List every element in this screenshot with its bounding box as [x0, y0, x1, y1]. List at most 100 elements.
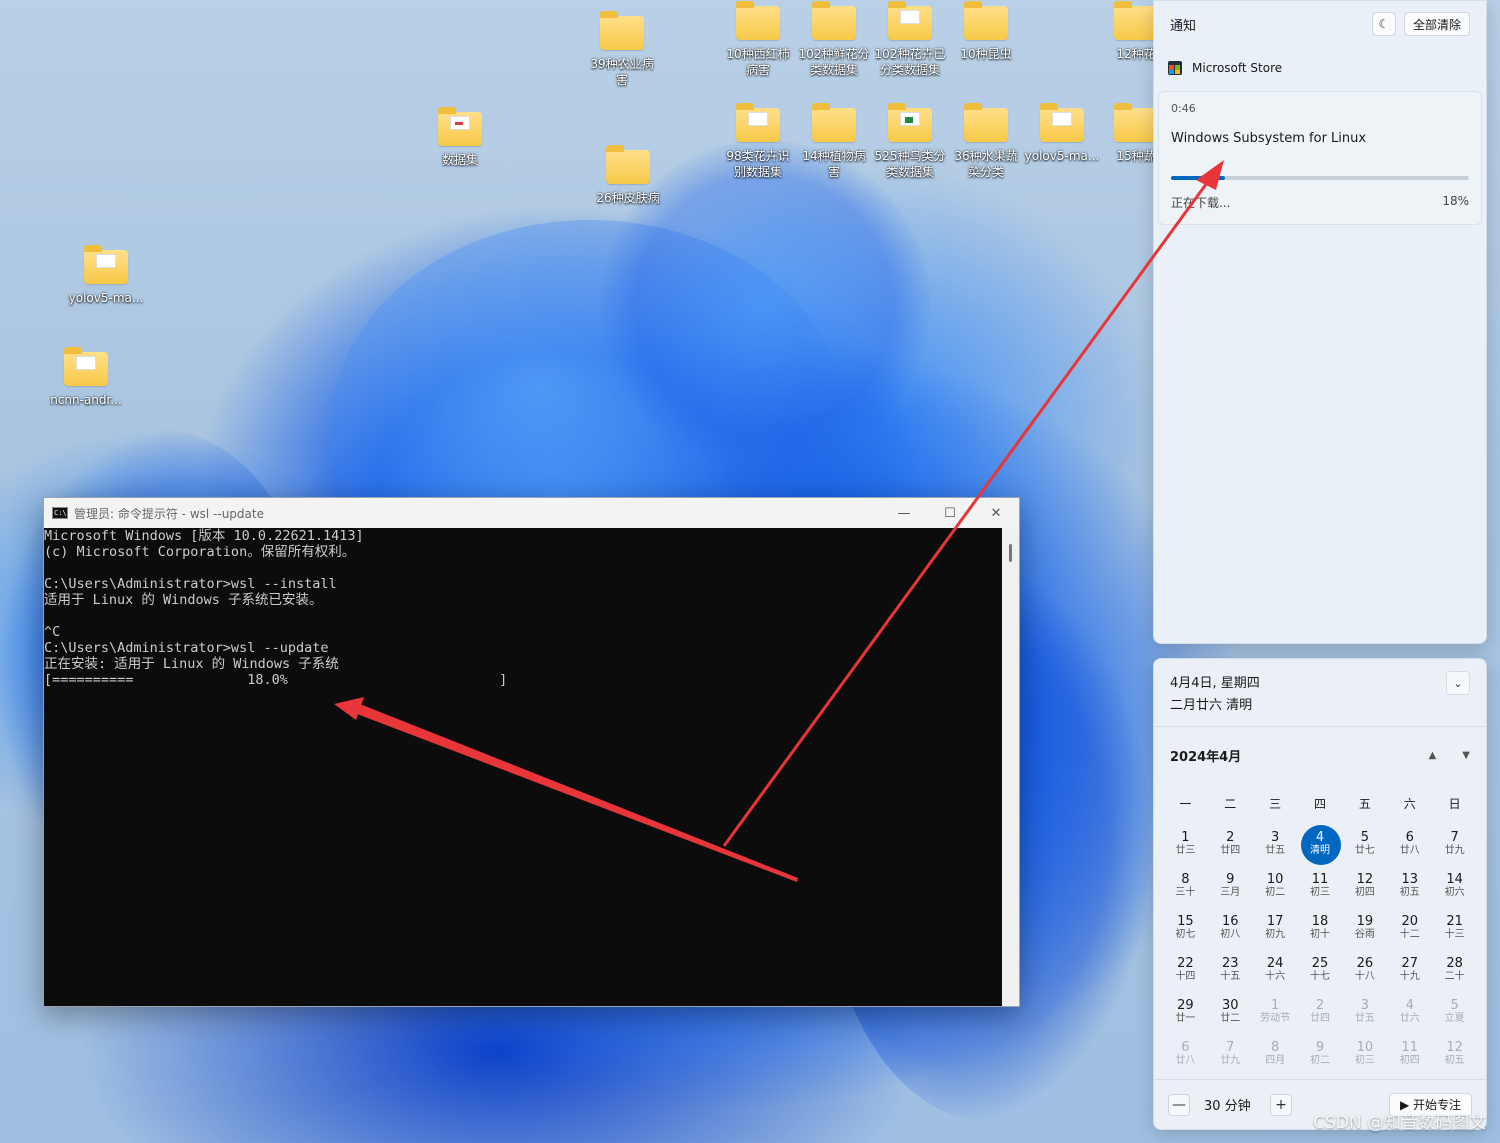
desktop-icon[interactable]: 14种植物病 害 [794, 103, 874, 180]
calendar-day[interactable]: 1 廿三 [1163, 825, 1208, 867]
calendar-day[interactable]: 5 廿七 [1342, 825, 1387, 867]
desktop-icon[interactable]: ncnn-andr... [46, 347, 126, 408]
desktop-icon[interactable]: 数据集 [420, 107, 500, 168]
desktop-icon[interactable]: 102种鲜花分 类数据集 [794, 1, 874, 78]
calendar-day[interactable]: 13 初五 [1387, 867, 1432, 909]
clear-all-button[interactable]: 全部清除 [1403, 12, 1470, 36]
desktop-icon[interactable]: yolov5-ma... [1022, 103, 1102, 164]
calendar-day[interactable]: 2 廿四 [1298, 993, 1343, 1035]
calendar-day[interactable]: 8 四月 [1253, 1035, 1298, 1077]
calendar-day[interactable]: 29 廿一 [1163, 993, 1208, 1035]
calendar-day[interactable]: 11 初四 [1387, 1035, 1432, 1077]
lunar-day: 廿七 [1354, 845, 1375, 856]
calendar-day[interactable]: 7 廿九 [1208, 1035, 1253, 1077]
desktop-icon[interactable]: 525种鸟类分 类数据集 [870, 103, 950, 180]
download-status: 正在下载... [1171, 196, 1231, 210]
microsoft-store-icon [1168, 61, 1182, 75]
calendar-day[interactable]: 24 十六 [1253, 951, 1298, 993]
focus-mode-icon[interactable]: ☾ [1371, 12, 1396, 36]
desktop-icon[interactable]: 10种昆虫 [946, 1, 1026, 62]
weekday-header: 五 [1358, 797, 1371, 811]
calendar-day[interactable]: 9 初二 [1298, 1035, 1343, 1077]
desktop-icon[interactable]: yolov5-ma... [66, 245, 146, 306]
calendar-day[interactable]: 12 初四 [1342, 867, 1387, 909]
calendar-day[interactable]: 11 初三 [1298, 867, 1343, 909]
calendar-day[interactable]: 1 劳动节 [1253, 993, 1298, 1035]
day-number: 1 [1271, 998, 1280, 1013]
desktop-icon[interactable]: 39种农业病 害 [582, 11, 662, 88]
lunar-day: 十二 [1399, 929, 1420, 940]
calendar-day[interactable]: 7 廿九 [1432, 825, 1477, 867]
weekday-header: 二 [1224, 797, 1237, 811]
next-month-icon[interactable]: ▼ [1462, 750, 1470, 761]
day-number: 20 [1401, 914, 1418, 929]
calendar-day[interactable]: 25 十七 [1298, 951, 1343, 993]
calendar-day[interactable]: 30 廿二 [1208, 993, 1253, 1035]
folder-icon [1114, 103, 1158, 142]
calendar-day[interactable]: 27 十九 [1387, 951, 1432, 993]
calendar-day[interactable]: 3 廿五 [1342, 993, 1387, 1035]
calendar-day[interactable]: 4 廿六 [1387, 993, 1432, 1035]
desktop-icon[interactable]: 36种水果蔬 菜分类 [946, 103, 1026, 180]
desktop-icon[interactable]: 98类花卉识 别数据集 [718, 103, 798, 180]
maximize-button[interactable]: ☐ [927, 498, 973, 528]
calendar-day[interactable]: 28 二十 [1432, 951, 1477, 993]
increase-focus-button[interactable]: + [1270, 1093, 1292, 1116]
notification-app-group[interactable]: Microsoft Store [1154, 47, 1486, 89]
calendar-day[interactable]: 21 十三 [1432, 909, 1477, 951]
calendar-day[interactable]: 8 三十 [1163, 867, 1208, 909]
calendar-day[interactable]: 18 初十 [1298, 909, 1343, 951]
calendar-day[interactable]: 12 初五 [1432, 1035, 1477, 1077]
calendar-day[interactable]: 20 十二 [1387, 909, 1432, 951]
day-number: 6 [1181, 1040, 1190, 1055]
calendar-day[interactable]: 6 廿八 [1387, 825, 1432, 867]
lunar-day: 廿八 [1399, 845, 1420, 856]
cmd-console[interactable]: Microsoft Windows [版本 10.0.22621.1413] (c… [44, 528, 1003, 1006]
calendar-day[interactable]: 15 初七 [1163, 909, 1208, 951]
lunar-day: 廿二 [1220, 1013, 1241, 1024]
day-number: 9 [1226, 872, 1235, 887]
desktop-icon-label: 14种植物病 害 [802, 149, 866, 179]
calendar-day[interactable]: 5 立夏 [1432, 993, 1477, 1035]
cmd-window[interactable]: C:\ 管理员: 命令提示符 - wsl --update — ☐ ✕ Micr… [43, 497, 1020, 1007]
calendar-day[interactable]: 10 初二 [1253, 867, 1298, 909]
cmd-scrollbar[interactable] [1002, 528, 1019, 1006]
calendar-flyout: 4月4日, 星期四 二月廿六 清明 ⌄ 2024年4月 ▲ ▼ 一二三四五六日 … [1153, 658, 1487, 1130]
calendar-day[interactable]: 2 廿四 [1208, 825, 1253, 867]
calendar-day[interactable]: 19 谷雨 [1342, 909, 1387, 951]
calendar-day-today[interactable]: 4 清明 [1298, 825, 1343, 867]
calendar-day[interactable]: 14 初六 [1432, 867, 1477, 909]
calendar-day[interactable]: 10 初三 [1342, 1035, 1387, 1077]
decrease-focus-button[interactable]: — [1168, 1093, 1190, 1116]
day-number: 11 [1401, 1040, 1418, 1055]
calendar-day[interactable]: 17 初九 [1253, 909, 1298, 951]
calendar-day[interactable]: 3 廿五 [1253, 825, 1298, 867]
desktop-icon-label: 数据集 [441, 153, 478, 167]
calendar-day[interactable]: 16 初八 [1208, 909, 1253, 951]
download-notification-card[interactable]: 0:46 Windows Subsystem for Linux 正在下载...… [1158, 91, 1482, 225]
desktop-icon[interactable]: 102种花卉已 分类数据集 [870, 1, 950, 78]
cmd-title-bar[interactable]: C:\ 管理员: 命令提示符 - wsl --update — ☐ ✕ [44, 498, 1019, 528]
calendar-day[interactable]: 26 十八 [1342, 951, 1387, 993]
desktop-icon-label: 525种鸟类分 类数据集 [874, 149, 946, 179]
folder-icon [600, 11, 644, 50]
desktop-icon[interactable]: 26种皮肤病 [588, 145, 668, 206]
desktop-icon[interactable]: 10种西红柿 病害 [718, 1, 798, 78]
day-number: 24 [1266, 956, 1284, 971]
close-button[interactable]: ✕ [973, 498, 1019, 528]
calendar-day[interactable]: 22 十四 [1163, 951, 1208, 993]
collapse-calendar-icon[interactable]: ⌄ [1446, 671, 1470, 695]
calendar-day[interactable]: 23 十五 [1208, 951, 1253, 993]
calendar-day[interactable]: 9 三月 [1208, 867, 1253, 909]
lunar-day: 劳动节 [1260, 1013, 1291, 1024]
previous-month-icon[interactable]: ▲ [1429, 750, 1437, 761]
lunar-day: 十六 [1265, 971, 1286, 982]
calendar-month[interactable]: 2024年4月 [1170, 746, 1241, 765]
lunar-day: 三十 [1175, 887, 1196, 898]
scroll-thumb[interactable] [1009, 544, 1012, 562]
folder-icon [888, 103, 932, 142]
lunar-day: 十七 [1310, 971, 1330, 982]
calendar-day[interactable]: 6 廿八 [1163, 1035, 1208, 1077]
console-line: 适用于 Linux 的 Windows 子系统已安装。 [44, 592, 323, 608]
minimize-button[interactable]: — [881, 498, 927, 528]
